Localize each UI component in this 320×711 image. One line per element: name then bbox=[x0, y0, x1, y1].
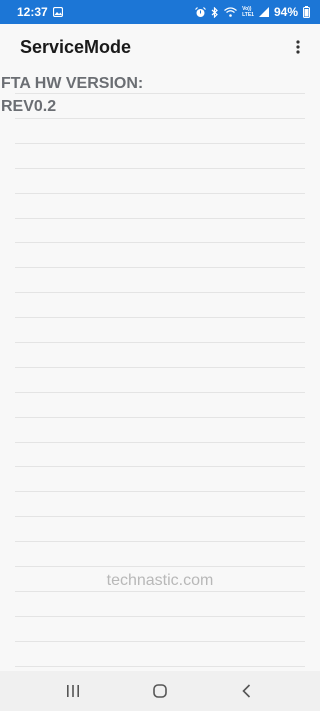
divider-line bbox=[15, 392, 305, 393]
back-icon bbox=[242, 684, 251, 698]
divider-line bbox=[15, 168, 305, 169]
alarm-icon bbox=[195, 5, 207, 19]
navigation-bar bbox=[0, 671, 320, 711]
divider-line bbox=[15, 118, 305, 119]
status-left: 12:37 bbox=[17, 5, 63, 19]
divider-line bbox=[15, 491, 305, 492]
app-title: ServiceMode bbox=[20, 36, 132, 57]
divider-line bbox=[15, 193, 305, 194]
divider-line bbox=[15, 417, 305, 418]
recent-apps-icon bbox=[67, 685, 80, 697]
app-bar: ServiceMode bbox=[0, 24, 320, 70]
divider-line bbox=[15, 242, 305, 243]
divider-line bbox=[15, 566, 305, 567]
wifi-icon bbox=[224, 5, 237, 19]
home-button[interactable] bbox=[145, 676, 175, 706]
divider-line bbox=[15, 616, 305, 617]
divider-line bbox=[15, 342, 305, 343]
more-options-button[interactable] bbox=[290, 35, 306, 59]
divider-line bbox=[15, 143, 305, 144]
signal-icon bbox=[258, 5, 269, 19]
battery-icon bbox=[303, 5, 310, 19]
divider-line bbox=[15, 267, 305, 268]
status-right: Vo)) LTE1 94% bbox=[195, 5, 310, 19]
service-content: FTA HW VERSION: REV0.2 technastic.com bbox=[0, 70, 320, 671]
divider-line bbox=[15, 666, 305, 667]
lte-label: LTE1 bbox=[242, 12, 254, 18]
volte-indicator: Vo)) LTE1 bbox=[242, 6, 254, 18]
divider-line bbox=[15, 317, 305, 318]
home-icon bbox=[153, 684, 167, 698]
bluetooth-icon bbox=[211, 5, 219, 19]
battery-percent: 94% bbox=[273, 5, 298, 19]
divider-line bbox=[15, 516, 305, 517]
divider-line bbox=[15, 218, 305, 219]
status-bar: 12:37 Vo)) LTE1 94% bbox=[0, 0, 320, 24]
more-vert-icon bbox=[296, 40, 300, 54]
divider-line bbox=[15, 541, 305, 542]
divider-line bbox=[15, 591, 305, 592]
info-text: FTA HW VERSION: REV0.2 bbox=[1, 72, 143, 118]
gallery-notification-icon bbox=[52, 5, 63, 19]
divider-line bbox=[15, 367, 305, 368]
divider-line bbox=[15, 292, 305, 293]
divider-line bbox=[15, 466, 305, 467]
watermark: technastic.com bbox=[106, 572, 214, 589]
status-time: 12:37 bbox=[17, 5, 48, 19]
hw-version-value: REV0.2 bbox=[1, 98, 57, 115]
back-button[interactable] bbox=[232, 676, 262, 706]
divider-line bbox=[15, 442, 305, 443]
recent-apps-button[interactable] bbox=[58, 676, 88, 706]
divider-line bbox=[15, 641, 305, 642]
hw-version-label: FTA HW VERSION: bbox=[1, 75, 144, 92]
